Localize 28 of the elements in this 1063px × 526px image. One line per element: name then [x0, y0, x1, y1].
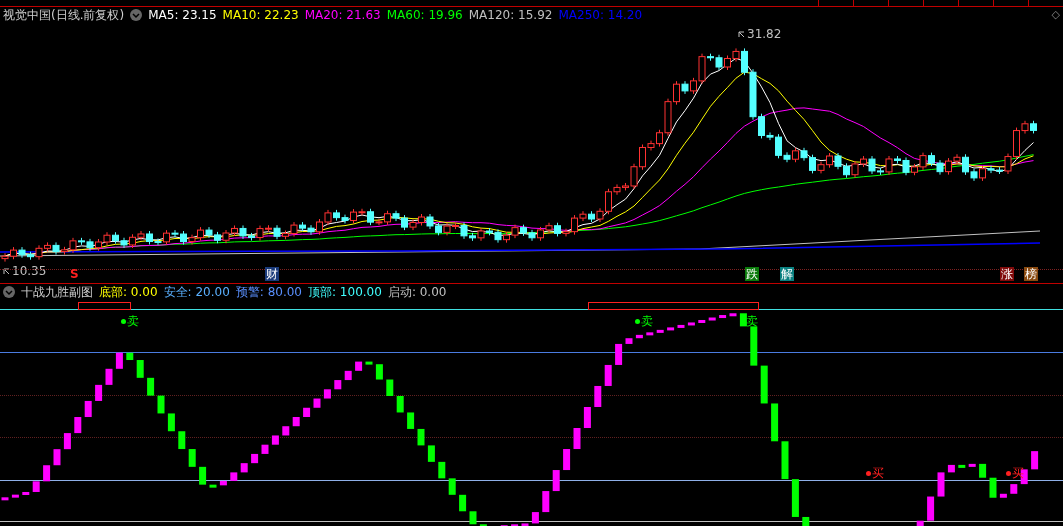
ma-reading: MA120: 15.92 — [468, 7, 553, 24]
buy-signal: 买 — [866, 467, 884, 480]
ma-reading: MA250: 14.20 — [558, 7, 643, 24]
event-badge[interactable]: 榜 — [1024, 267, 1038, 281]
pointer-arrow-icon — [738, 30, 745, 38]
security-title: 视觉中国(日线.前复权) — [3, 7, 125, 24]
indicator-reading: 预警: 80.00 — [235, 284, 302, 301]
event-badge[interactable]: 财 — [265, 267, 279, 281]
sell-signal: 卖 — [635, 315, 653, 328]
chevron-circle-icon[interactable] — [3, 286, 15, 298]
ma-reading: MA20: 21.63 — [304, 7, 381, 24]
indicator-reading: 安全: 20.00 — [163, 284, 230, 301]
ma-reading: MA5: 23.15 — [148, 7, 217, 24]
high-price-label: 31.82 — [747, 26, 782, 43]
event-marker[interactable]: S — [70, 267, 79, 281]
pointer-arrow-icon — [3, 267, 10, 275]
indicator-reading: 顶部: 100.00 — [308, 284, 382, 301]
sell-signal: 卖 — [121, 315, 139, 328]
indicator-title: 十战九胜副图 — [21, 284, 93, 301]
chevron-circle-icon[interactable] — [130, 9, 143, 21]
indicator-reading: 启动: 0.00 — [387, 284, 447, 301]
ma-reading: MA10: 22.23 — [222, 7, 299, 24]
event-badge[interactable]: 跌 — [745, 267, 759, 281]
event-badge[interactable]: 解 — [780, 267, 794, 281]
event-badge[interactable]: 涨 — [1000, 267, 1014, 281]
indicator-reading: 底部: 0.00 — [99, 284, 158, 301]
ma-reading: MA60: 19.96 — [386, 7, 463, 24]
diamond-symbol[interactable]: ◇ — [1051, 7, 1060, 24]
